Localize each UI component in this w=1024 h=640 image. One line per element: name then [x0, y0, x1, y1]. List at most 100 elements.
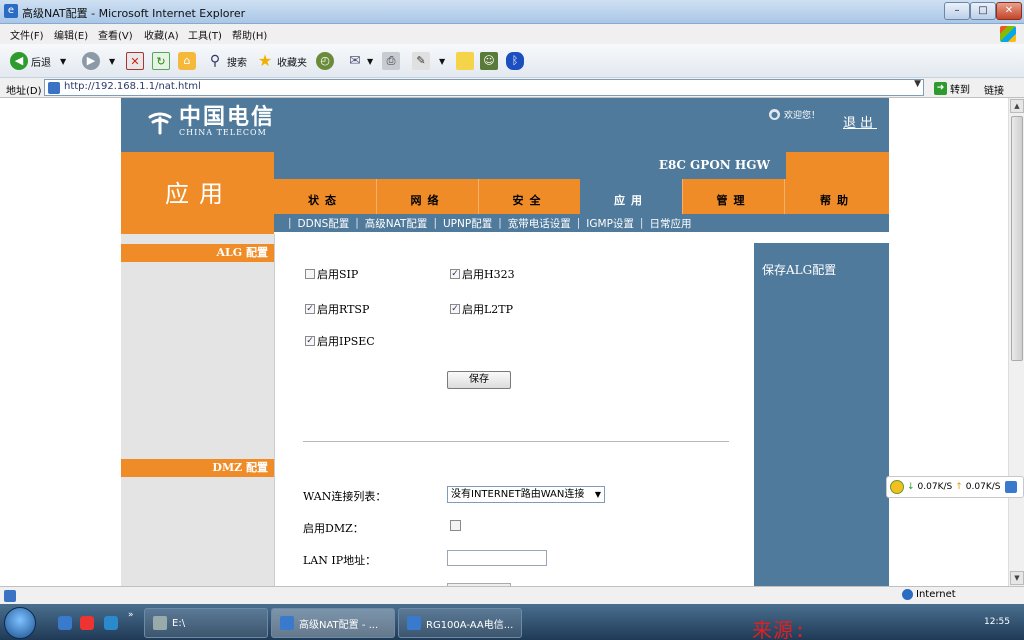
search-button[interactable]: ⚲ 搜索: [206, 50, 247, 72]
section-title: 应用: [165, 180, 233, 208]
tab-status[interactable]: 状态: [274, 179, 376, 214]
ie-quicklaunch-icon[interactable]: [58, 616, 72, 630]
subnav-igmp[interactable]: IGMP设置: [586, 216, 634, 231]
tab-help[interactable]: 帮助: [784, 179, 889, 214]
vertical-scrollbar[interactable]: ▲ ▼: [1008, 98, 1024, 586]
subnav-voip[interactable]: 宽带电话设置: [508, 216, 571, 231]
sip-checkbox[interactable]: 启用SIP: [305, 266, 358, 282]
scroll-up-icon[interactable]: ▲: [1010, 99, 1024, 113]
history-button[interactable]: ◴: [316, 50, 334, 72]
stop-button[interactable]: ✕: [126, 50, 144, 72]
address-input[interactable]: http://192.168.1.1/nat.html ▼: [44, 79, 924, 96]
menu-bar: 文件(F) 编辑(E) 查看(V) 收藏(A) 工具(T) 帮助(H): [0, 24, 1024, 44]
wan-select-value: 没有INTERNET路由WAN连接: [451, 489, 585, 500]
h323-check[interactable]: ✓: [450, 269, 460, 279]
security-zone[interactable]: Internet: [902, 589, 956, 600]
mail-button[interactable]: ✉ ▼: [346, 50, 373, 72]
taskbar-item-ie[interactable]: 高级NAT配置 - ...: [271, 608, 395, 638]
l2tp-check[interactable]: ✓: [450, 304, 460, 314]
messenger-button[interactable]: ☺: [480, 50, 498, 72]
go-button[interactable]: ➜ 转到: [934, 81, 970, 96]
search-label: 搜索: [227, 57, 247, 69]
ie-small-icon: [1005, 481, 1018, 493]
address-bar: 地址(D) http://192.168.1.1/nat.html ▼ ➜ 转到…: [0, 78, 1024, 98]
save-button[interactable]: 保存: [447, 371, 511, 389]
sip-check[interactable]: [305, 269, 315, 279]
subnav-ddns[interactable]: DDNS配置: [298, 216, 350, 231]
browser-toolbar: ◀ 后退 ▼ ▶ ▼ ✕ ↻ ⌂ ⚲ 搜索 ★ 收藏夹 ◴ ✉ ▼ ⎙ ✎ ▼ …: [0, 44, 1024, 78]
home-button[interactable]: ⌂: [178, 50, 196, 72]
taskbar-item-ie2[interactable]: RG100A-AA电信...: [398, 608, 522, 638]
back-label: 后退: [31, 57, 51, 69]
taskbar-label: RG100A-AA电信...: [426, 619, 514, 631]
help-panel: 保存ALG配置: [754, 243, 889, 586]
favorites-button[interactable]: ★ 收藏夹: [256, 50, 307, 72]
ipsec-checkbox[interactable]: ✓ 启用IPSEC: [305, 333, 375, 349]
rtsp-checkbox[interactable]: ✓ 启用RTSP: [305, 301, 369, 317]
subnav-advanced-nat[interactable]: 高级NAT配置: [365, 216, 428, 231]
subnav-upnp[interactable]: UPNP配置: [443, 216, 492, 231]
tab-security[interactable]: 安全: [478, 179, 580, 214]
back-arrow-icon: ◀: [10, 52, 28, 70]
menu-favorites[interactable]: 收藏(A): [144, 27, 179, 42]
quicklaunch-more-icon[interactable]: »: [128, 610, 134, 620]
back-dropdown-icon[interactable]: ▼: [60, 57, 66, 66]
lan-ip-input[interactable]: [447, 550, 547, 566]
address-dropdown-icon[interactable]: ▼: [914, 80, 921, 89]
clock[interactable]: 12:55: [984, 617, 1010, 627]
logout-link[interactable]: 退出: [843, 112, 877, 131]
rtsp-label: 启用RTSP: [317, 303, 370, 316]
taskbar-item-explorer[interactable]: E:\: [144, 608, 268, 638]
menu-view[interactable]: 查看(V): [98, 27, 133, 42]
netspeed-widget[interactable]: ↓ 0.07K/S ↑ 0.07K/S: [886, 476, 1024, 498]
discuss-button[interactable]: [456, 50, 474, 72]
taskbar-label: E:\: [172, 617, 186, 629]
start-button[interactable]: [4, 607, 36, 639]
minimize-button[interactable]: –: [944, 2, 970, 20]
globe-icon: [902, 589, 913, 600]
mail-dropdown-icon[interactable]: ▼: [367, 57, 373, 66]
forward-arrow-icon: ▶: [82, 52, 100, 70]
rtsp-check[interactable]: ✓: [305, 304, 315, 314]
ipsec-check[interactable]: ✓: [305, 336, 315, 346]
zone-label: Internet: [916, 589, 956, 600]
tab-network[interactable]: 网络: [376, 179, 478, 214]
dmz-enable-checkbox[interactable]: [450, 520, 461, 531]
star-icon: ★: [257, 51, 273, 70]
forward-button[interactable]: ▶ ▼: [82, 50, 115, 72]
dmz-section-label: DMZ 配置: [121, 459, 274, 477]
close-button[interactable]: ✕: [996, 2, 1022, 20]
go-arrow-icon: ➜: [934, 82, 947, 95]
h323-checkbox[interactable]: ✓ 启用H323: [450, 266, 515, 282]
maximize-button[interactable]: □: [970, 2, 996, 20]
subnav-separator: |: [576, 217, 581, 229]
download-speed: 0.07K/S: [917, 482, 953, 492]
app-quicklaunch-icon[interactable]: [104, 616, 118, 630]
back-button[interactable]: ◀ 后退 ▼: [10, 50, 66, 72]
section-divider: [303, 441, 729, 442]
subnav-daily[interactable]: 日常应用: [649, 216, 691, 231]
menu-file[interactable]: 文件(F): [10, 27, 44, 42]
china-telecom-logo: 中国电信 CHINA TELECOM: [147, 106, 275, 137]
qq-quicklaunch-icon[interactable]: [80, 616, 94, 630]
scroll-down-icon[interactable]: ▼: [1010, 571, 1024, 585]
wan-connection-select[interactable]: 没有INTERNET路由WAN连接 ▼: [447, 486, 605, 503]
windows-logo-icon: [1000, 26, 1016, 42]
refresh-button[interactable]: ↻: [152, 50, 170, 72]
bluetooth-button[interactable]: ᛒ: [506, 50, 524, 72]
links-button[interactable]: 链接: [984, 82, 1004, 97]
scroll-thumb[interactable]: [1011, 116, 1023, 361]
menu-tools[interactable]: 工具(T): [188, 27, 222, 42]
tab-application[interactable]: 应用: [580, 179, 682, 214]
print-button[interactable]: ⎙: [382, 50, 400, 72]
tab-management[interactable]: 管理: [682, 179, 784, 214]
menu-help[interactable]: 帮助(H): [232, 27, 267, 42]
menu-edit[interactable]: 编辑(E): [54, 27, 88, 42]
home-icon: ⌂: [178, 52, 196, 70]
edit-icon: ✎: [412, 52, 430, 70]
forward-dropdown-icon[interactable]: ▼: [109, 57, 115, 66]
edit-button[interactable]: ✎ ▼: [412, 50, 445, 72]
edit-dropdown-icon[interactable]: ▼: [439, 57, 445, 66]
model-band: E8C GPON HGW: [274, 152, 786, 179]
l2tp-checkbox[interactable]: ✓ 启用L2TP: [450, 301, 513, 317]
